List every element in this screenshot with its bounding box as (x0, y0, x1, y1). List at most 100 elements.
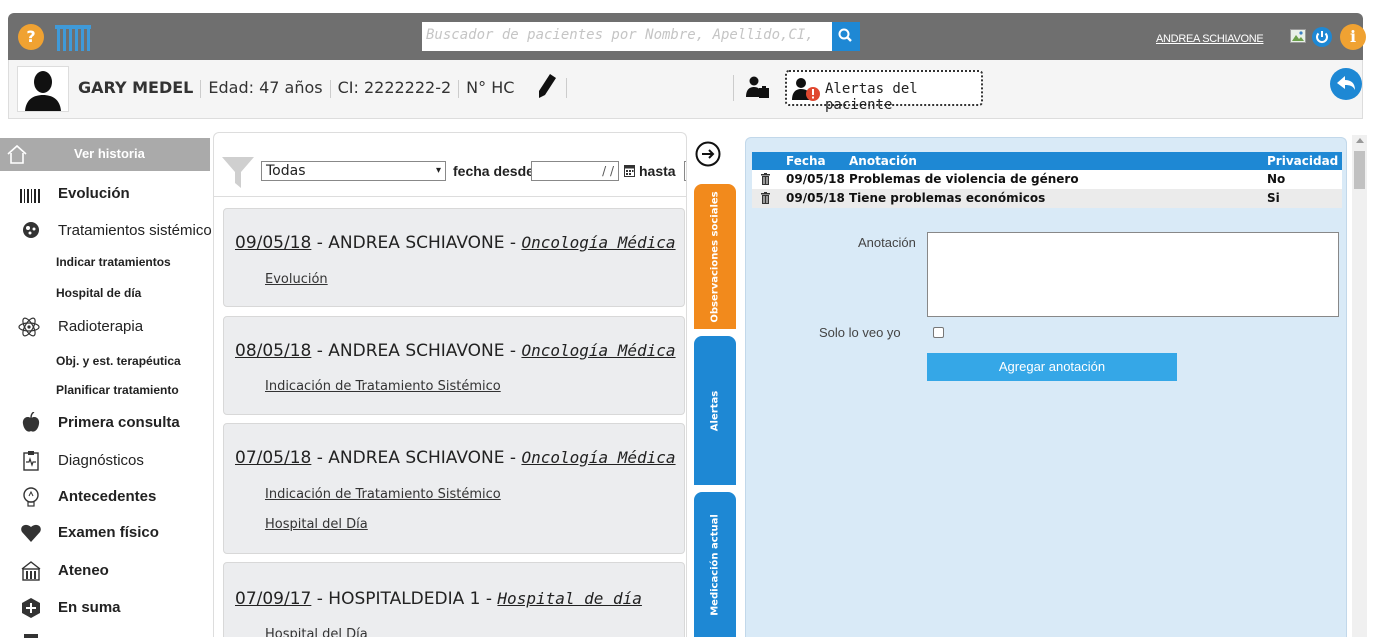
home-icon (7, 144, 27, 164)
solo-lo-veo-yo-checkbox[interactable] (933, 327, 944, 338)
apple-icon (22, 412, 40, 432)
sidebar-item-label: Diagnósticos (58, 452, 144, 469)
patient-search-input[interactable]: Buscador de pacientes por Nombre, Apelli… (422, 22, 832, 51)
sidebar-item-diagnosticos[interactable]: Diagnósticos (0, 450, 212, 474)
history-service[interactable]: Oncología Médica (521, 233, 675, 252)
arrow-right-circle-icon[interactable] (695, 141, 721, 167)
history-link[interactable]: Indicación de Tratamiento Sistémico (265, 379, 501, 394)
sidebar-subitem-hospital-dia[interactable]: Hospital de día (56, 286, 141, 300)
building-icon (21, 561, 41, 581)
history-link[interactable]: Hospital del Día (265, 627, 368, 637)
search-button[interactable] (832, 22, 860, 51)
col-anotacion: Anotación (849, 154, 917, 168)
app-logo-icon[interactable] (55, 23, 91, 51)
tab-observaciones-sociales[interactable]: Observaciones sociales (694, 184, 736, 329)
history-date[interactable]: 07/09/17 (235, 589, 311, 609)
filter-row: Todas ▾ fecha desde / / hasta (214, 133, 686, 197)
history-author: - ANDREA SCHIAVONE - (311, 341, 522, 361)
sidebar-item-antecedentes[interactable]: Antecedentes (0, 486, 212, 510)
info-button[interactable]: i (1340, 24, 1366, 50)
solo-lo-veo-yo-label: Solo lo veo yo (819, 325, 901, 340)
history-service[interactable]: Oncología Médica (521, 448, 675, 467)
patient-info: GARY MEDEL Edad: 47 años CI: 2222222-2 N° H… (78, 78, 514, 98)
tab-medicacion-actual[interactable]: Medicación actual (694, 492, 736, 637)
patient-age: Edad: 47 años (208, 78, 323, 97)
history-card-title: 07/09/17 - HOSPITALDEDIA 1 - Hospital de… (235, 589, 642, 609)
history-panel: Todas ▾ fecha desde / / hasta 09/05/18 -… (213, 132, 687, 637)
col-privacidad: Privacidad (1267, 154, 1339, 168)
history-date[interactable]: 07/05/18 (235, 448, 311, 468)
table-row: 09/05/18 Problemas de violencia de géner… (752, 170, 1342, 189)
anotacion-textarea[interactable] (927, 232, 1339, 317)
page-scrollbar[interactable] (1352, 135, 1367, 637)
fecha-desde-input[interactable]: / / (531, 161, 619, 181)
tab-alertas[interactable]: Alertas (694, 336, 736, 485)
power-icon (1316, 31, 1328, 43)
history-service[interactable]: Oncología Médica (521, 341, 675, 360)
history-card-title: 09/05/18 - ANDREA SCHIAVONE - Oncología … (235, 233, 676, 253)
sidebar-item-label: Radioterapia (58, 318, 144, 335)
history-service[interactable]: Hospital de día (497, 589, 642, 608)
tab-label: Medicación actual (709, 513, 721, 616)
barcode-icon (20, 189, 40, 203)
table-row: 09/05/18 Tiene problemas económicos Si (752, 189, 1342, 208)
sidebar-item-en-suma[interactable]: En suma (0, 597, 212, 621)
sidebar-item-label: Evolución (58, 185, 130, 202)
sidebar-subitem-obj-est[interactable]: Obj. y est. terapéutica (56, 354, 181, 368)
fecha-hasta-input[interactable] (684, 161, 686, 181)
calendar-icon[interactable] (624, 164, 635, 177)
tratamientos-icon (23, 222, 39, 238)
scroll-up-arrow-icon[interactable] (1356, 138, 1364, 143)
trash-icon[interactable] (761, 192, 770, 204)
sidebar-item-ver-historia[interactable]: Ver historia (0, 138, 210, 171)
sidebar-item-partial (0, 632, 212, 638)
plus-icon (22, 598, 40, 618)
dropdown-arrow-icon: ▾ (435, 165, 441, 176)
sidebar-item-tratamientos[interactable]: Tratamientos sistémicos (0, 220, 212, 244)
history-card[interactable]: 08/05/18 - ANDREA SCHIAVONE - Oncología … (223, 316, 685, 415)
scrollbar-thumb[interactable] (1354, 151, 1365, 189)
history-author: - ANDREA SCHIAVONE - (311, 448, 522, 468)
sidebar-item-examen-fisico[interactable]: Examen físico (0, 522, 212, 546)
sidebar-item-primera-consulta[interactable]: Primera consulta (0, 412, 212, 436)
history-card[interactable]: 07/05/18 - ANDREA SCHIAVONE - Oncología … (223, 423, 685, 554)
broken-image-icon (1290, 29, 1306, 43)
history-card-title: 08/05/18 - ANDREA SCHIAVONE - Oncología … (235, 341, 676, 361)
sidebar-item-label: Tratamientos sistémicos (58, 222, 212, 239)
history-link[interactable]: Indicación de Tratamiento Sistémico (265, 487, 501, 502)
contacts-icon[interactable] (746, 75, 770, 99)
history-date[interactable]: 08/05/18 (235, 341, 311, 361)
cell-anotacion: Problemas de violencia de género (849, 172, 1079, 186)
patient-alerts-button[interactable]: Alertas del paciente (785, 70, 983, 113)
logout-button[interactable] (1312, 27, 1332, 47)
annotations-table: Fecha Anotación Privacidad 09/05/18 Prob… (752, 152, 1342, 208)
lightbulb-icon (23, 487, 39, 507)
history-card[interactable]: 07/09/17 - HOSPITALDEDIA 1 - Hospital de… (223, 562, 685, 637)
sidebar-subitem-indicar[interactable]: Indicar tratamientos (56, 255, 171, 269)
type-select[interactable]: Todas ▾ (261, 161, 446, 181)
help-button[interactable]: ? (18, 24, 44, 50)
agregar-anotacion-button[interactable]: Agregar anotación (927, 353, 1177, 381)
hasta-label: hasta (639, 163, 676, 179)
trash-icon[interactable] (761, 173, 770, 185)
sidebar-item-evolucion[interactable]: Evolución (0, 183, 212, 207)
user-alert-icon (792, 78, 820, 101)
history-date[interactable]: 09/05/18 (235, 233, 311, 253)
user-name-link[interactable]: ANDREA SCHIAVONE (1156, 33, 1264, 45)
history-link[interactable]: Evolución (265, 272, 328, 287)
sidebar-item-radioterapia[interactable]: Radioterapia (0, 316, 212, 340)
sidebar: Ver historia Evolución Tratamientos sist… (0, 138, 212, 638)
sidebar-item-label: En suma (58, 599, 121, 616)
cell-anotacion: Tiene problemas económicos (849, 191, 1046, 205)
sidebar-item-label: Antecedentes (58, 488, 157, 505)
user-silhouette-icon (25, 71, 61, 111)
col-fecha: Fecha (786, 154, 826, 168)
history-link[interactable]: Hospital del Día (265, 517, 368, 532)
sidebar-subitem-planificar[interactable]: Planificar tratamiento (56, 383, 179, 397)
patient-hc: N° HC (466, 78, 515, 97)
sidebar-item-ateneo[interactable]: Ateneo (0, 560, 212, 584)
table-header: Fecha Anotación Privacidad (752, 152, 1342, 170)
back-button[interactable] (1330, 68, 1362, 100)
pencil-icon[interactable] (537, 73, 557, 99)
history-card[interactable]: 09/05/18 - ANDREA SCHIAVONE - Oncología … (223, 208, 685, 307)
